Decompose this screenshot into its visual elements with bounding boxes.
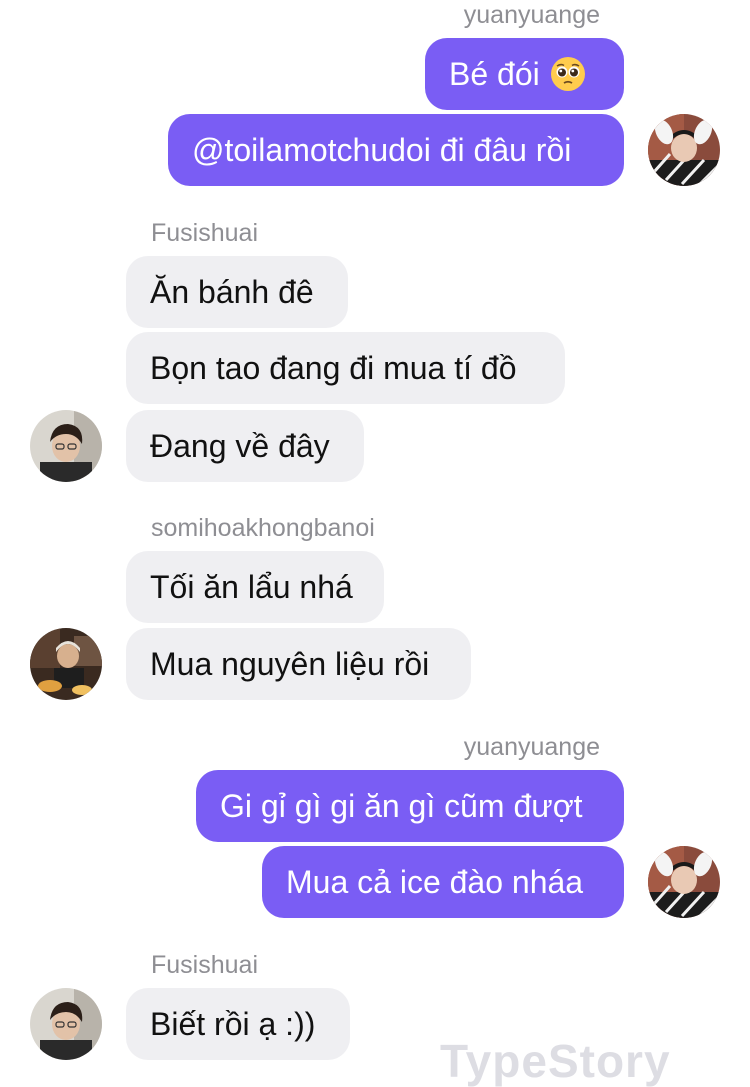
message-bubble[interactable]: Biết rồi ạ :))	[126, 988, 350, 1060]
message-text: Đang về đây	[150, 427, 330, 464]
watermark: TypeStory	[440, 1035, 671, 1087]
avatar[interactable]	[30, 988, 102, 1060]
message-text: Ăn bánh đê	[150, 273, 314, 310]
sender-name: yuanyuange	[463, 1, 600, 29]
avatar[interactable]	[648, 846, 720, 918]
avatar[interactable]	[30, 410, 102, 482]
avatar[interactable]	[30, 628, 102, 700]
message-bubble[interactable]: Ăn bánh đê	[126, 256, 348, 328]
message-text: Bọn tao đang đi mua tí đồ	[150, 349, 517, 386]
message-bubble[interactable]: Mua nguyên liệu rồi	[126, 628, 471, 700]
pleading-face-icon	[550, 56, 586, 92]
message-bubble[interactable]: Tối ăn lẩu nhá	[126, 551, 384, 623]
sender-name: yuanyuange	[463, 733, 600, 761]
message-bubble[interactable]: Bọn tao đang đi mua tí đồ	[126, 332, 565, 404]
message-text: Mua cả ice đào nháa	[286, 863, 584, 900]
message-text: Gi gỉ gì gi ăn gì cũm đượt	[220, 787, 583, 824]
message-bubble[interactable]: @toilamotchudoi đi đâu rồi	[168, 114, 624, 186]
sender-name: Fusishuai	[151, 951, 258, 979]
avatar[interactable]	[648, 114, 720, 186]
message-bubble[interactable]: Đang về đây	[126, 410, 364, 482]
message-text: Bé đói	[449, 55, 540, 92]
message-text: @toilamotchudoi đi đâu rồi	[192, 131, 572, 168]
sender-name: Fusishuai	[151, 219, 258, 247]
chat-thread: yuanyuange Bé đói @toilamotchudoi đi đâu…	[0, 0, 750, 1086]
message-bubble[interactable]: Bé đói	[425, 38, 624, 110]
message-text: Mua nguyên liệu rồi	[150, 645, 430, 682]
message-text: Biết rồi ạ :))	[150, 1005, 316, 1042]
sender-name: somihoakhongbanoi	[151, 514, 375, 542]
message-text: Tối ăn lẩu nhá	[150, 568, 353, 605]
message-bubble[interactable]: Mua cả ice đào nháa	[262, 846, 624, 918]
message-bubble[interactable]: Gi gỉ gì gi ăn gì cũm đượt	[196, 770, 624, 842]
